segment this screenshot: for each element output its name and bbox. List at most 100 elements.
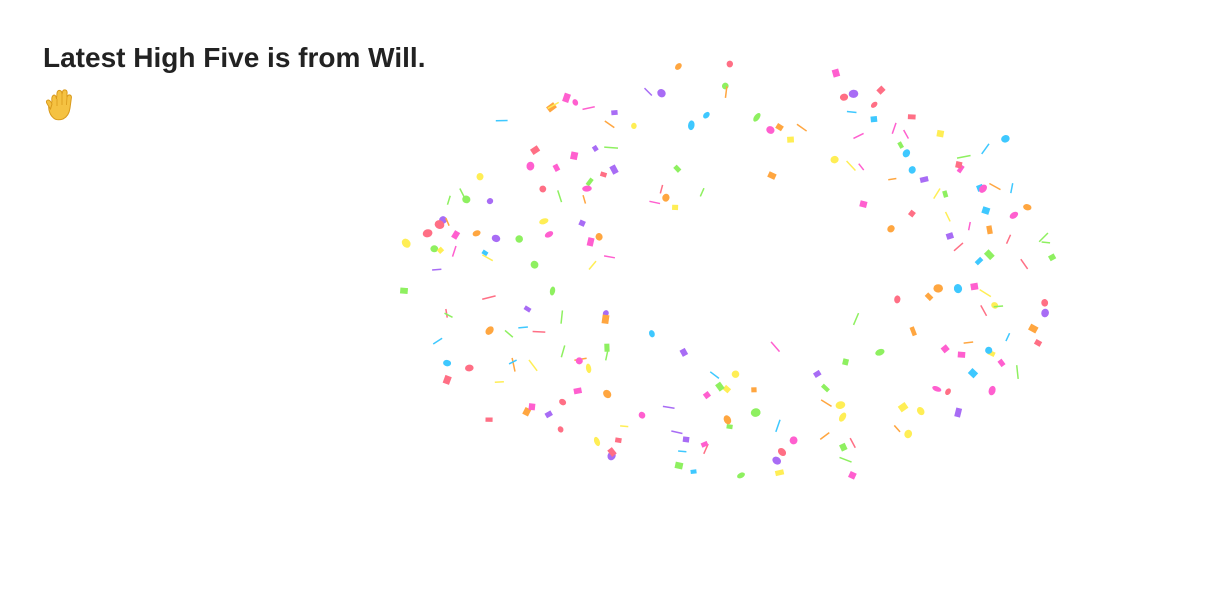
confetti-piece: [976, 183, 985, 192]
confetti-piece: [967, 221, 971, 231]
confetti-piece: [523, 305, 532, 313]
confetti-piece: [904, 429, 913, 439]
confetti-piece: [459, 188, 466, 198]
confetti-piece: [472, 230, 481, 237]
confetti-piece: [737, 472, 745, 479]
confetti-piece: [842, 358, 850, 366]
confetti-piece: [703, 111, 710, 119]
confetti-piece: [724, 86, 728, 98]
confetti-piece: [593, 436, 601, 447]
confetti-piece: [585, 363, 592, 374]
confetti-piece: [586, 237, 595, 247]
confetti-piece: [476, 173, 484, 181]
confetti-piece: [434, 220, 445, 230]
confetti-piece: [907, 114, 916, 120]
confetti-piece: [775, 123, 784, 132]
confetti-piece: [465, 364, 474, 372]
confetti-piece: [750, 408, 761, 417]
confetti-piece: [522, 406, 532, 417]
confetti-piece: [1001, 135, 1010, 143]
confetti-piece: [495, 119, 508, 122]
confetti-piece: [607, 451, 616, 461]
confetti-piece: [570, 151, 579, 161]
confetti-piece: [981, 143, 990, 155]
confetti-piece: [604, 343, 610, 352]
confetti-piece: [572, 99, 579, 106]
confetti-piece: [775, 419, 781, 433]
confetti-piece: [870, 101, 878, 108]
confetti-piece: [702, 391, 712, 400]
confetti-piece: [723, 415, 732, 425]
confetti-piece: [967, 368, 979, 379]
confetti-piece: [770, 341, 781, 353]
confetti-piece: [601, 314, 610, 325]
confetti-piece: [875, 348, 885, 356]
confetti-piece: [983, 249, 995, 261]
confetti-piece: [887, 225, 895, 233]
confetti-piece: [870, 115, 878, 123]
confetti-piece: [491, 234, 501, 243]
confetti-piece: [876, 85, 886, 95]
confetti-piece: [924, 292, 934, 302]
confetti-piece: [422, 229, 433, 238]
confetti-piece: [678, 450, 687, 453]
confetti-piece: [494, 380, 504, 383]
confetti-layer: [399, 60, 1057, 480]
confetti-piece: [731, 370, 740, 378]
confetti-piece: [582, 106, 595, 111]
confetti-piece: [528, 359, 538, 372]
confetti-piece: [462, 195, 471, 204]
confetti-piece: [715, 381, 725, 392]
confetti-piece: [1005, 234, 1012, 245]
confetti-piece: [690, 469, 697, 475]
confetti-piece: [643, 87, 653, 97]
confetti-piece: [709, 371, 720, 379]
confetti-piece: [562, 92, 571, 103]
confetti-piece: [956, 164, 965, 174]
confetti-piece: [891, 122, 897, 135]
confetti-piece: [839, 442, 848, 452]
confetti-piece: [903, 129, 910, 139]
confetti-piece: [544, 231, 554, 238]
confetti-piece: [1033, 338, 1043, 347]
confetti-piece: [515, 235, 523, 243]
confetti-piece: [444, 312, 453, 318]
confetti-piece: [703, 443, 709, 455]
confetti-piece: [430, 245, 439, 253]
confetti-piece: [846, 110, 857, 114]
confetti-piece: [599, 171, 608, 178]
confetti-piece: [485, 417, 493, 422]
confetti-piece: [751, 387, 757, 393]
confetti-piece: [544, 410, 553, 419]
confetti-piece: [673, 164, 682, 173]
confetti-piece: [908, 166, 916, 174]
confetti-piece: [682, 436, 690, 443]
confetti-piece: [988, 385, 996, 396]
confetti-piece: [944, 211, 951, 222]
confetti-piece: [439, 216, 447, 224]
confetti-piece: [721, 82, 729, 90]
confetti-piece: [547, 101, 560, 110]
confetti-piece: [1041, 308, 1049, 318]
confetti-piece: [919, 176, 929, 183]
confetti-piece: [987, 349, 996, 357]
confetti-piece: [1028, 323, 1039, 334]
confetti-piece: [671, 430, 683, 435]
confetti-piece: [774, 469, 785, 477]
latest-high-five-message: Latest High Five is from Will.: [43, 42, 426, 73]
confetti-piece: [662, 193, 670, 202]
confetti-piece: [560, 345, 566, 358]
confetti-piece: [796, 123, 808, 132]
confetti-piece: [700, 440, 709, 448]
confetti-piece: [957, 351, 966, 358]
confetti-piece: [849, 437, 856, 449]
confetti-piece: [445, 217, 450, 226]
confetti-piece: [638, 411, 646, 419]
confetti-piece: [508, 359, 517, 365]
confetti-piece: [942, 190, 949, 198]
confetti-piece: [574, 357, 587, 361]
confetti-piece: [1041, 241, 1051, 244]
confetti-piece: [552, 163, 561, 172]
confetti-piece: [981, 206, 991, 215]
confetti-piece: [649, 200, 661, 205]
